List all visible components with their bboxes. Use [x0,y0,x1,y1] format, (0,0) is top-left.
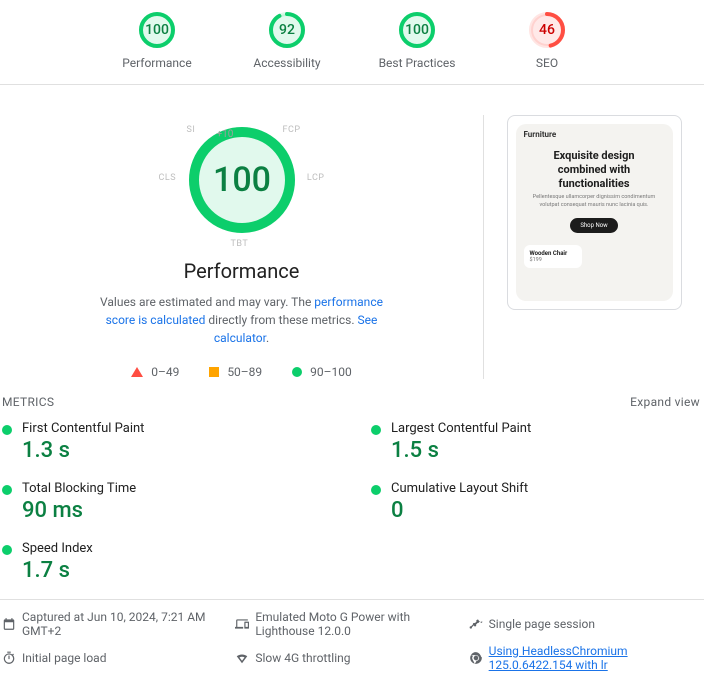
hero-title: Performance [184,259,300,283]
big-performance-gauge: FCP LCP TBT CLS SI +10 100 [177,115,307,245]
polar-plus: +10 [217,129,234,140]
gauge-performance[interactable]: 100 Performance [117,10,197,70]
pass-dot-icon [2,545,12,555]
runtime-network: Slow 4G throttling [235,644,468,672]
hero-desc-post: . [266,331,269,345]
mock-card-price: $199 [530,257,576,263]
runtime-settings: Captured at Jun 10, 2024, 7:21 AM GMT+2 … [0,599,704,680]
metrics-header-bar: METRICS Expand view [0,389,704,415]
hero-description: Values are estimated and may vary. The p… [87,293,397,347]
wifi-icon [235,651,249,665]
metric-name: Total Blocking Time [22,481,136,496]
pass-dot-icon [2,485,12,495]
gauge-arc: 92 [267,10,307,50]
metric-value: 1.3 s [22,438,144,463]
metric-name: Largest Contentful Paint [391,421,531,436]
svg-text:92: 92 [279,22,295,38]
gauge-label: Best Practices [379,56,456,70]
svg-text:100: 100 [145,22,169,38]
pass-dot-icon [371,425,381,435]
score-legend: 0–49 50–89 90–100 [131,365,352,379]
hero-desc-pre: Values are estimated and may vary. The [100,295,314,309]
pass-dot-icon [371,485,381,495]
timeline-icon [469,617,483,631]
hero-left: FCP LCP TBT CLS SI +10 100 Performance V… [20,115,484,379]
gauge-arc: 100 [397,10,437,50]
metric-name: First Contentful Paint [22,421,144,436]
metric-fcp[interactable]: First Contentful Paint 1.3 s [2,421,331,463]
mock-cta: Shop Now [570,218,617,233]
hero-screenshot: Furniture Exquisite design combined with… [484,115,684,379]
polar-lcp: LCP [307,173,325,183]
polar-cls: CLS [159,173,177,183]
legend-average: 50–89 [209,365,262,379]
page-screenshot-mock: Furniture Exquisite design combined with… [516,124,673,301]
svg-text:46: 46 [539,22,555,38]
pass-dot-icon [2,425,12,435]
runtime-browser: Using HeadlessChromium 125.0.6422.154 wi… [469,644,702,672]
polar-tbt: TBT [231,239,249,249]
gauge-best-practices[interactable]: 100 Best Practices [377,10,457,70]
category-gauges: 100 Performance 92 Accessibility 100 Bes… [0,0,704,85]
gauge-label: Performance [122,56,191,70]
hero-desc-mid: directly from these metrics. [205,313,357,327]
metric-name: Speed Index [22,541,93,556]
stopwatch-icon [2,651,16,665]
gauge-label: Accessibility [253,56,320,70]
svg-text:100: 100 [405,22,429,38]
legend-fail: 0–49 [131,365,179,379]
gauge-label: SEO [536,56,558,70]
runtime-session: Single page session [469,610,702,638]
metric-cls[interactable]: Cumulative Layout Shift 0 [371,481,700,523]
metric-value: 0 [391,498,528,523]
mock-blurb: Pellentesque ullamcorper dignissim condi… [530,194,659,209]
browser-link[interactable]: Using HeadlessChromium 125.0.6422.154 wi… [489,644,702,672]
runtime-captured: Captured at Jun 10, 2024, 7:21 AM GMT+2 [2,610,235,638]
calendar-icon [2,617,16,631]
metric-name: Cumulative Layout Shift [391,481,528,496]
metric-tbt[interactable]: Total Blocking Time 90 ms [2,481,331,523]
gauge-seo[interactable]: 46 SEO [507,10,587,70]
mock-brand: Furniture [524,130,557,139]
triangle-icon [131,367,143,377]
metric-lcp[interactable]: Largest Contentful Paint 1.5 s [371,421,700,463]
runtime-load: Initial page load [2,644,235,672]
polar-si: SI [187,125,196,135]
performance-hero: FCP LCP TBT CLS SI +10 100 Performance V… [0,85,704,389]
metric-value: 1.7 s [22,558,93,583]
mock-product-card: Wooden Chair $199 [524,245,582,268]
expand-view-button[interactable]: Expand view [630,395,700,409]
gauge-arc: 46 [527,10,567,50]
metric-value: 90 ms [22,498,136,523]
chrome-icon [469,651,483,665]
gauge-accessibility[interactable]: 92 Accessibility [247,10,327,70]
polar-fcp: FCP [282,125,300,135]
metrics-grid: First Contentful Paint 1.3 s Largest Con… [0,415,704,599]
svg-text:100: 100 [213,160,271,200]
mock-card-title: Wooden Chair [530,250,576,257]
metric-si[interactable]: Speed Index 1.7 s [2,541,331,583]
metrics-title: METRICS [2,395,54,409]
metric-value: 1.5 s [391,438,531,463]
circle-icon [292,367,302,377]
devices-icon [235,617,249,631]
gauge-arc: 100 [137,10,177,50]
device-frame[interactable]: Furniture Exquisite design combined with… [507,115,682,310]
legend-pass: 90–100 [292,365,352,379]
square-icon [209,367,219,377]
mock-headline: Exquisite design combined with functiona… [530,149,659,190]
runtime-device: Emulated Moto G Power with Lighthouse 12… [235,610,468,638]
